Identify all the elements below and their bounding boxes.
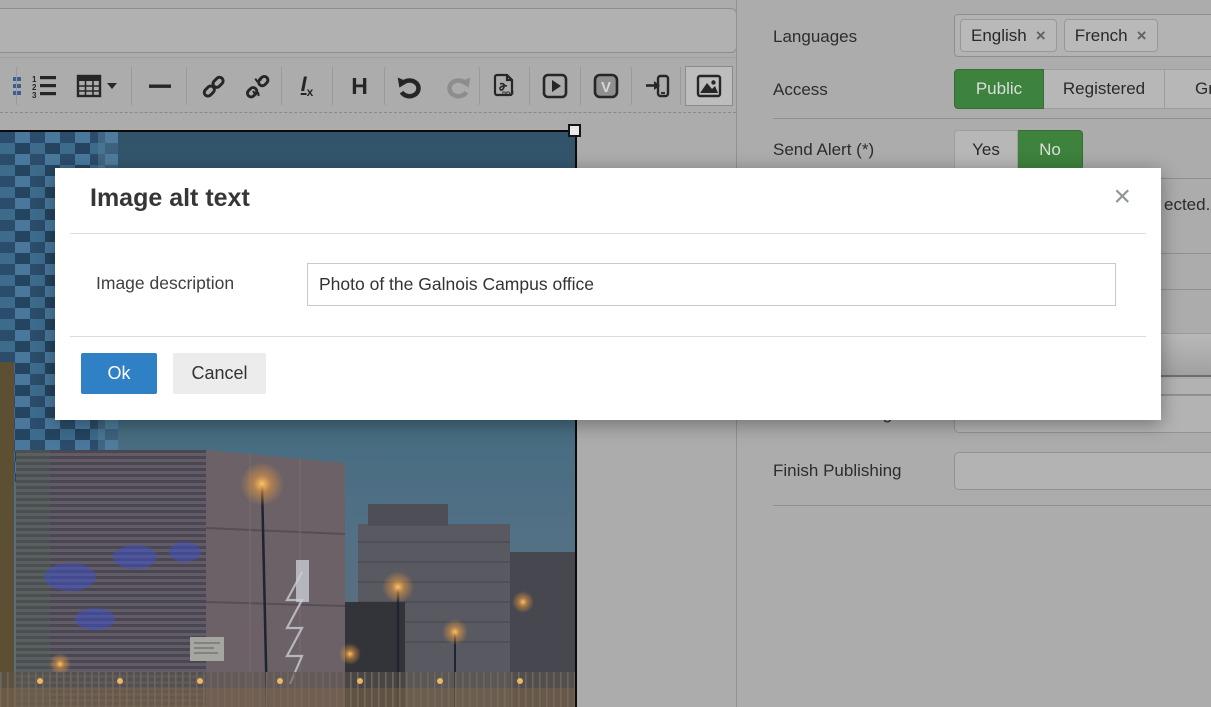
mobile-arrow-icon: [644, 72, 672, 100]
send-alert-yes-button[interactable]: Yes: [954, 130, 1018, 170]
numbered-list-icon: 1 2 3: [31, 73, 57, 99]
dialog-footer-divider: [70, 336, 1146, 337]
svg-text:PDF: PDF: [502, 92, 514, 98]
horizontal-rule-icon: [147, 73, 173, 99]
tag-label: English: [971, 26, 1027, 46]
table-icon: [76, 73, 102, 99]
undo-button[interactable]: [387, 66, 431, 106]
section-divider: [773, 118, 1211, 119]
toolbar-separator: [580, 67, 581, 105]
toolbar-separator: [680, 67, 681, 105]
dialog-title: Image alt text: [90, 184, 250, 213]
redo-icon: [445, 73, 472, 100]
finish-publishing-label: Finish Publishing: [773, 461, 902, 481]
insert-media-button[interactable]: [533, 66, 577, 106]
svg-text:3: 3: [32, 91, 37, 99]
dialog-header-divider: [70, 233, 1146, 234]
editor-toolbar: 1 2 3: [0, 57, 736, 113]
unlink-icon: [244, 73, 271, 100]
access-public-button[interactable]: Public: [954, 69, 1044, 109]
numbered-list-button[interactable]: 1 2 3: [22, 66, 66, 106]
media-play-icon: [541, 72, 569, 100]
access-label: Access: [773, 80, 828, 100]
svg-text:V: V: [601, 79, 611, 96]
insert-link-button[interactable]: [191, 66, 235, 106]
access-registered-button[interactable]: Registered: [1044, 69, 1165, 109]
toolbar-separator: [186, 67, 187, 105]
header-icon: H: [351, 73, 367, 100]
bullet-list-icon: [0, 73, 21, 99]
redo-button[interactable]: [436, 66, 480, 106]
toolbar-separator: [281, 67, 282, 105]
remove-tag-icon[interactable]: ×: [1036, 26, 1046, 46]
image-alt-text-dialog: Image alt text × Image description Ok Ca…: [55, 168, 1161, 420]
page: 1 2 3: [0, 0, 1211, 707]
insert-header-button[interactable]: H: [337, 66, 381, 106]
access-button-group: Public Registered Gr: [954, 69, 1211, 109]
insert-pdf-button[interactable]: PDF: [482, 66, 526, 106]
toolbar-separator: [332, 67, 333, 105]
info-message-fragment: ected.: [1164, 195, 1210, 215]
languages-tags-field[interactable]: English × French ×: [954, 14, 1211, 57]
vimeo-icon: V: [592, 72, 620, 100]
image-resize-handle[interactable]: [568, 124, 581, 137]
link-icon: [200, 73, 227, 100]
clear-formatting-icon: Ix: [301, 73, 314, 99]
table-button[interactable]: [68, 66, 124, 106]
tag-label: French: [1075, 26, 1128, 46]
image-icon: [695, 72, 723, 100]
image-description-label: Image description: [96, 273, 234, 294]
toolbar-separator: [529, 67, 530, 105]
mobile-preview-button[interactable]: [636, 66, 680, 106]
toolbar-separator: [131, 67, 132, 105]
undo-icon: [396, 73, 423, 100]
language-tag-english[interactable]: English ×: [960, 19, 1057, 52]
access-group-button[interactable]: Gr: [1165, 69, 1211, 109]
toolbar-separator: [479, 67, 480, 105]
clear-formatting-button[interactable]: Ix: [285, 66, 329, 106]
pdf-icon: PDF: [490, 72, 518, 100]
toolbar-separator: [631, 67, 632, 105]
send-alert-no-button[interactable]: No: [1018, 130, 1083, 170]
table-dropdown-caret: [107, 83, 117, 89]
insert-vimeo-button[interactable]: V: [584, 66, 628, 106]
languages-label: Languages: [773, 27, 857, 47]
language-tag-french[interactable]: French ×: [1064, 19, 1158, 52]
article-title-input[interactable]: [0, 8, 737, 53]
toolbar-separator: [16, 67, 17, 105]
image-description-input[interactable]: [307, 263, 1116, 306]
insert-image-button[interactable]: [685, 66, 733, 106]
remove-link-button[interactable]: [235, 66, 279, 106]
send-alert-label: Send Alert (*): [773, 140, 874, 160]
section-divider: [773, 505, 1211, 506]
toolbar-separator: [384, 67, 385, 105]
close-icon[interactable]: ×: [1113, 182, 1131, 212]
send-alert-button-group: Yes No: [954, 130, 1083, 170]
ok-button[interactable]: Ok: [81, 353, 157, 394]
horizontal-rule-button[interactable]: [138, 66, 182, 106]
finish-publishing-input[interactable]: [954, 452, 1211, 490]
cancel-button[interactable]: Cancel: [173, 353, 266, 394]
remove-tag-icon[interactable]: ×: [1137, 26, 1147, 46]
